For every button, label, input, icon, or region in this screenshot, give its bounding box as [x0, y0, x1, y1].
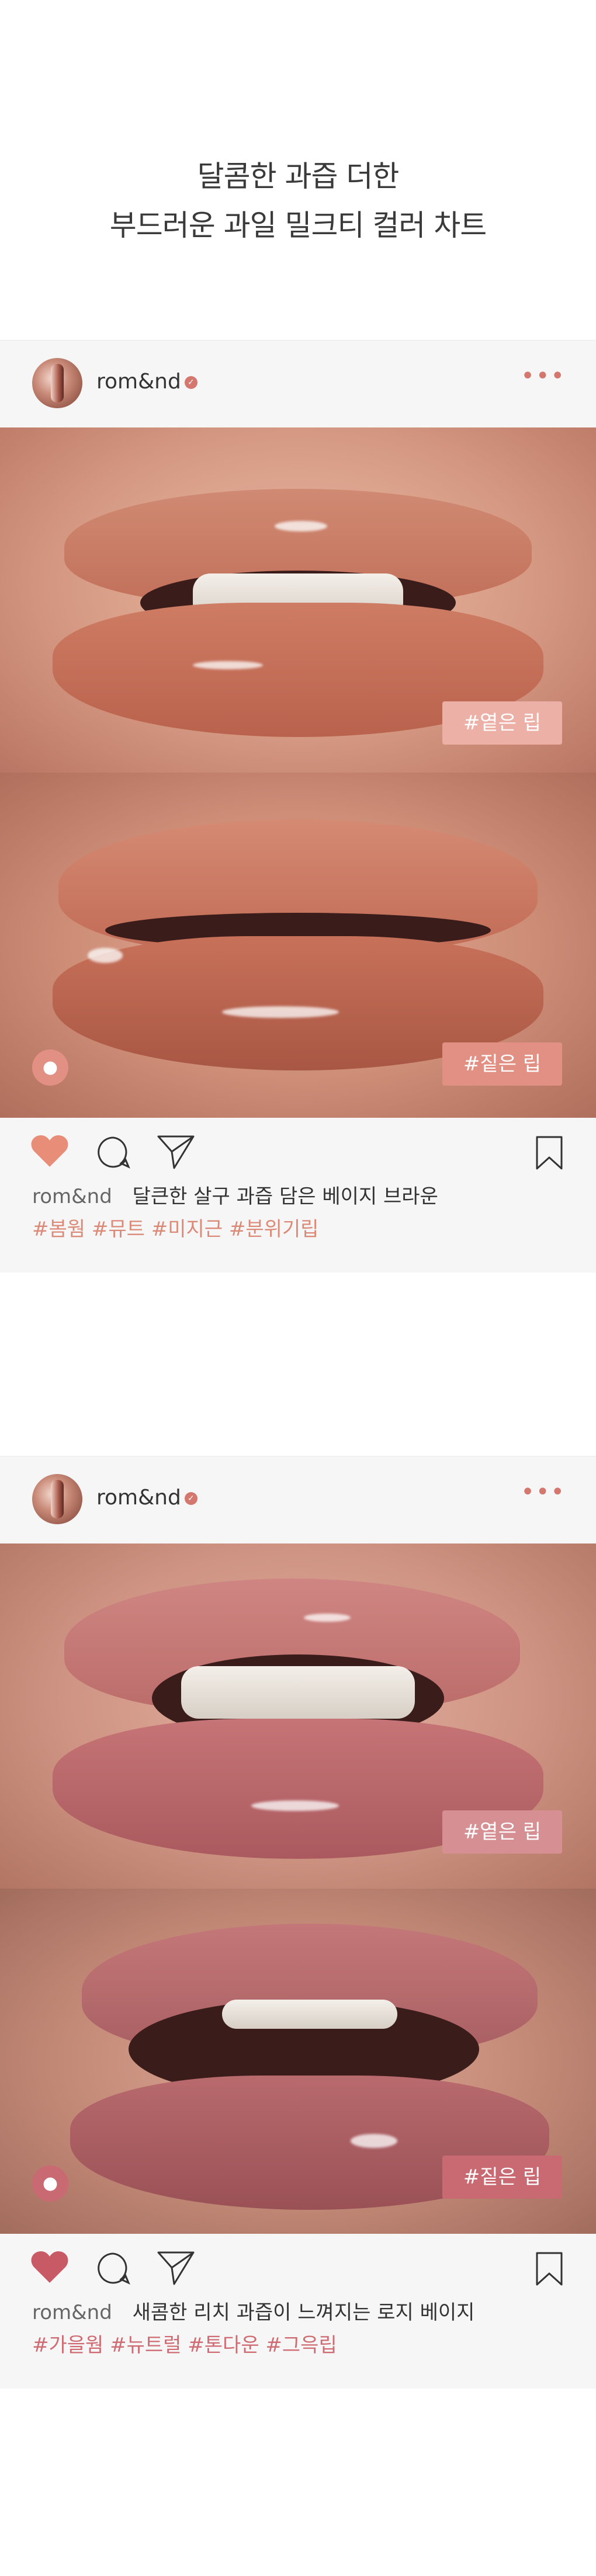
lip-photo-dark: ● #짙은 립 — [0, 773, 596, 1118]
comment-icon[interactable] — [96, 2251, 130, 2285]
dark-lip-badge: #짙은 립 — [442, 1042, 562, 1086]
post-caption: rom&nd 새콤한 리치 과즙이 느껴지는 로지 베이지 #가을웜 #뉴트럴 … — [0, 2289, 596, 2389]
heart-icon[interactable] — [30, 1134, 69, 1168]
post-actions — [0, 1118, 596, 1173]
account-name[interactable]: rom&nd ✓ — [96, 1486, 197, 1510]
headline: 달콤한 과즙 더한 부드러운 과일 밀크티 컬러 차트 — [0, 152, 596, 250]
account-name[interactable]: rom&nd ✓ — [96, 370, 197, 394]
tagged-user-icon[interactable]: ● — [32, 1049, 68, 1086]
bookmark-icon[interactable] — [535, 1135, 564, 1170]
avatar[interactable] — [32, 1474, 82, 1524]
light-lip-badge: #옅은 립 — [442, 1810, 562, 1854]
headline-line-2: 부드러운 과일 밀크티 컬러 차트 — [109, 208, 487, 242]
more-options-icon[interactable]: ••• — [521, 363, 566, 390]
caption-username[interactable]: rom&nd — [32, 1185, 112, 1208]
verified-check-icon: ✓ — [184, 1492, 197, 1505]
comment-icon[interactable] — [96, 1135, 130, 1169]
post-header: rom&nd ✓ ••• — [0, 1456, 596, 1543]
share-icon[interactable] — [157, 1134, 195, 1169]
post-caption: rom&nd 달큰한 살구 과즙 담은 베이지 브라운 #봄웜 #뮤트 #미지근… — [0, 1173, 596, 1273]
share-icon[interactable] — [157, 2250, 195, 2285]
heart-icon[interactable] — [30, 2250, 69, 2284]
headline-line-1: 달콤한 과즙 더한 — [197, 159, 400, 193]
hashtags[interactable]: #봄웜 #뮤트 #미지근 #분위기립 — [32, 1213, 318, 1242]
post-card-2: rom&nd ✓ ••• #옅은 립 ● #짙은 립 rom&nd 새콤한 리치… — [0, 1456, 596, 2389]
more-options-icon[interactable]: ••• — [521, 1479, 566, 1506]
post-card-1: rom&nd ✓ ••• #옅은 립 ● #짙은 립 rom&nd 달큰한 살구… — [0, 340, 596, 1273]
verified-check-icon: ✓ — [184, 376, 197, 389]
hashtags[interactable]: #가을웜 #뉴트럴 #톤다운 #그윽립 — [32, 2329, 337, 2358]
bookmark-icon[interactable] — [535, 2251, 564, 2286]
caption-username[interactable]: rom&nd — [32, 2301, 112, 2324]
tagged-user-icon[interactable]: ● — [32, 2165, 68, 2202]
avatar[interactable] — [32, 358, 82, 408]
lip-photo-light: #옅은 립 — [0, 1543, 596, 1889]
post-header: rom&nd ✓ ••• — [0, 340, 596, 427]
light-lip-badge: #옅은 립 — [442, 701, 562, 745]
post-actions — [0, 2234, 596, 2289]
caption-text: 새콤한 리치 과즙이 느껴지는 로지 베이지 — [132, 2301, 475, 2324]
caption-text: 달큰한 살구 과즙 담은 베이지 브라운 — [132, 1185, 438, 1208]
lip-photo-light: #옅은 립 — [0, 427, 596, 773]
dark-lip-badge: #짙은 립 — [442, 2156, 562, 2199]
lip-photo-dark: ● #짙은 립 — [0, 1889, 596, 2234]
